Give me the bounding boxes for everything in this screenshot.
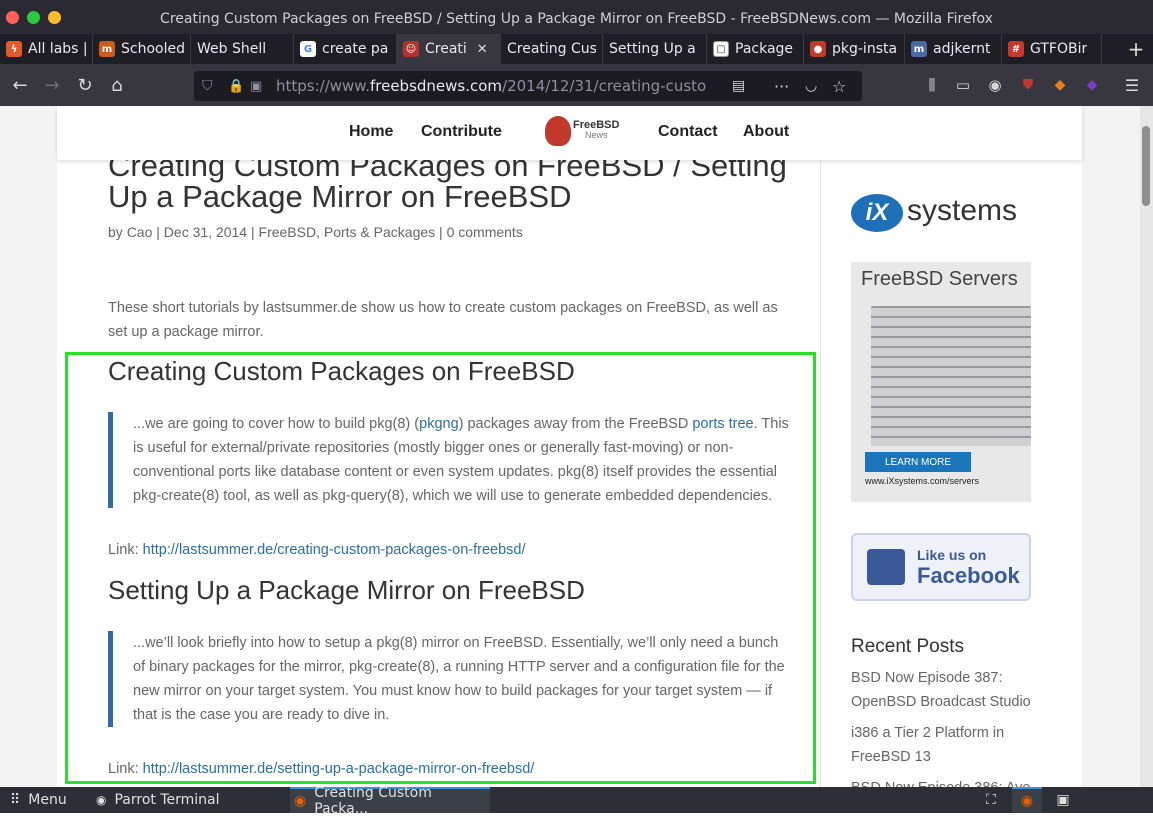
meta-categories-link[interactable]: FreeBSD, Ports & Packages — [259, 224, 436, 240]
page-viewport: Home Contribute FreeBSD News Contact Abou… — [0, 106, 1140, 787]
url-path: /2014/12/31/creating-custom-pack — [502, 77, 706, 95]
server-rack-image — [871, 306, 1031, 446]
page-scrollbar[interactable] — [1140, 106, 1153, 787]
url-text[interactable]: https://www.freebsdnews.com/2014/12/31/c… — [276, 77, 706, 95]
lightning-icon: ϟ — [6, 41, 22, 57]
shield-icon[interactable]: ⛉ — [202, 78, 213, 94]
tab-creating-active[interactable]: ☺ Creati ✕ — [397, 34, 501, 64]
back-icon[interactable]: ← — [8, 73, 32, 97]
scrollbar-thumb[interactable] — [1142, 126, 1150, 206]
taskbar-terminal[interactable]: ◉ Parrot Terminal — [96, 787, 220, 813]
facebook-line2: Facebook — [917, 563, 1020, 588]
hamburger-menu-icon[interactable]: ☰ — [1120, 73, 1144, 97]
foxy-proxy-icon[interactable]: ◆ — [1048, 73, 1072, 97]
bookmark-star-icon[interactable]: ☆ — [832, 77, 846, 96]
tray-firefox-icon[interactable]: ◉ — [1012, 787, 1042, 813]
sidebar-divider — [820, 160, 821, 787]
nav-home[interactable]: Home — [349, 123, 393, 141]
freebsd-news-logo[interactable]: FreeBSD News — [543, 114, 619, 152]
logo-subtext: News — [585, 130, 608, 140]
nav-about[interactable]: About — [743, 123, 789, 141]
lock-icon[interactable]: 🔒 — [228, 79, 244, 94]
new-tab-button[interactable]: + — [1119, 34, 1153, 64]
nav-contact[interactable]: Contact — [658, 123, 718, 141]
taskbar-firefox[interactable]: ◉ Creating Custom Packa... — [290, 785, 490, 817]
hash-icon: # — [1008, 41, 1024, 57]
nav-contribute[interactable]: Contribute — [421, 123, 502, 141]
facebook-line1: Like us on — [917, 547, 987, 563]
meta-author-link[interactable]: Cao — [127, 224, 153, 240]
meta-by: by — [108, 224, 123, 240]
reader-view-icon[interactable]: ▤ — [732, 78, 745, 94]
tab-web-shell[interactable]: Web Shell — [191, 34, 294, 64]
menu-label: Menu — [28, 792, 67, 808]
tab-creating-cus[interactable]: Creating Cus — [501, 34, 603, 64]
learn-more-button[interactable]: LEARN MORE — [865, 452, 971, 472]
tray-network-icon[interactable]: ⛶ — [986, 787, 996, 813]
terminal-label: Parrot Terminal — [114, 792, 220, 808]
ix-logo-icon: iX — [851, 194, 903, 232]
library-icon[interactable]: ⫼ — [920, 73, 944, 97]
more-actions-icon[interactable]: ··· — [774, 77, 789, 96]
home-icon[interactable]: ⌂ — [105, 73, 129, 97]
facebook-like-box[interactable]: Like us on Facebook — [851, 533, 1031, 601]
article-intro: These short tutorials by lastsummer.de s… — [108, 300, 778, 340]
taskbar: ⠿ Menu ◉ Parrot Terminal ◉ Creating Custom … — [0, 785, 1153, 817]
recent-posts: Recent Posts BSD Now Episode 387: OpenBS… — [851, 636, 1041, 787]
freebsd-icon: ☺ — [403, 41, 419, 57]
recent-post-link[interactable]: BSD Now Episode 387: OpenBSD Broadcast S… — [851, 666, 1041, 714]
site-header: Home Contribute FreeBSD News Contact Abou… — [57, 106, 1082, 160]
ad-title: FreeBSD Servers — [861, 268, 1018, 290]
recent-post-link[interactable]: i386 a Tier 2 Platform in FreeBSD 13 — [851, 721, 1041, 769]
url-prefix: https://www. — [276, 77, 370, 95]
m-icon: m — [99, 41, 115, 57]
close-tab-icon[interactable]: ✕ — [477, 42, 488, 57]
meta-date: Dec 31, 2014 — [163, 224, 248, 240]
tab-adjkernt[interactable]: m adjkernt — [905, 34, 1002, 64]
tab-setting-up[interactable]: Setting Up a — [603, 34, 707, 64]
tab-strip: ϟ All labs | m Schooled Web Shell Gcreate … — [0, 34, 1153, 64]
tray-terminal-icon[interactable]: ▣ — [1052, 787, 1074, 813]
account-icon[interactable]: ◉ — [983, 73, 1007, 97]
article-meta: by Cao | Dec 31, 2014 | FreeBSD, Ports &… — [108, 224, 523, 240]
highlight-box — [65, 352, 816, 784]
meta-comments-link[interactable]: 0 comments — [447, 224, 523, 240]
beastie-logo-icon — [545, 116, 571, 146]
tab-schooled[interactable]: m Schooled — [93, 34, 191, 64]
tab-all-labs[interactable]: ϟ All labs | — [0, 34, 93, 64]
forward-icon[interactable]: → — [40, 73, 64, 97]
tab-gtfobins[interactable]: # GTFOBir — [1002, 34, 1102, 64]
sidebar-icon[interactable]: ▭ — [951, 73, 975, 97]
daemon-icon: ● — [810, 41, 826, 57]
grid-icon: ⠿ — [10, 792, 21, 808]
doc-icon: ▢ — [713, 41, 729, 57]
google-icon: G — [300, 41, 316, 57]
ixsystems-logo[interactable]: iX systems — [851, 194, 1031, 234]
m-icon: m — [911, 41, 927, 57]
tab-pkg-insta[interactable]: ● pkg-insta — [804, 34, 905, 64]
recent-post-link[interactable]: BSD Now Episode 386: Aye — [851, 776, 1041, 787]
extension-icon[interactable]: ◆ — [1080, 73, 1104, 97]
tab-package[interactable]: ▢ Package — [707, 34, 804, 64]
firefox-icon: ◉ — [294, 793, 307, 809]
thumbs-up-icon — [867, 549, 905, 585]
tab-create-pa[interactable]: Gcreate pa — [294, 34, 397, 64]
navigation-toolbar: ← → ↻ ⌂ ⛉ 🔒 ▣ https://www.freebsdnews.co… — [0, 64, 1153, 106]
window-title: Creating Custom Packages on FreeBSD / Se… — [160, 11, 993, 27]
ix-logo-text: systems — [907, 194, 1018, 227]
menu-button[interactable]: ⠿ Menu — [10, 787, 67, 813]
recent-posts-title: Recent Posts — [851, 636, 964, 657]
window-titlebar: Creating Custom Packages on FreeBSD / Se… — [0, 0, 1153, 34]
terminal-icon: ◉ — [96, 793, 107, 807]
pocket-icon[interactable]: ◡ — [805, 78, 817, 94]
url-bar[interactable]: ⛉ 🔒 ▣ https://www.freebsdnews.com/2014/1… — [194, 71, 862, 101]
url-domain: freebsdnews.com — [369, 77, 503, 95]
ad-url: www.iXsystems.com/servers — [865, 476, 980, 486]
firefox-label: Creating Custom Packa... — [314, 785, 432, 817]
ublock-icon[interactable]: ⛊ — [1016, 73, 1040, 97]
freebsd-servers-ad[interactable]: FreeBSD Servers LEARN MORE www.iXsystems… — [851, 262, 1031, 502]
reload-icon[interactable]: ↻ — [73, 73, 97, 97]
page-info-icon[interactable]: ▣ — [250, 79, 262, 94]
